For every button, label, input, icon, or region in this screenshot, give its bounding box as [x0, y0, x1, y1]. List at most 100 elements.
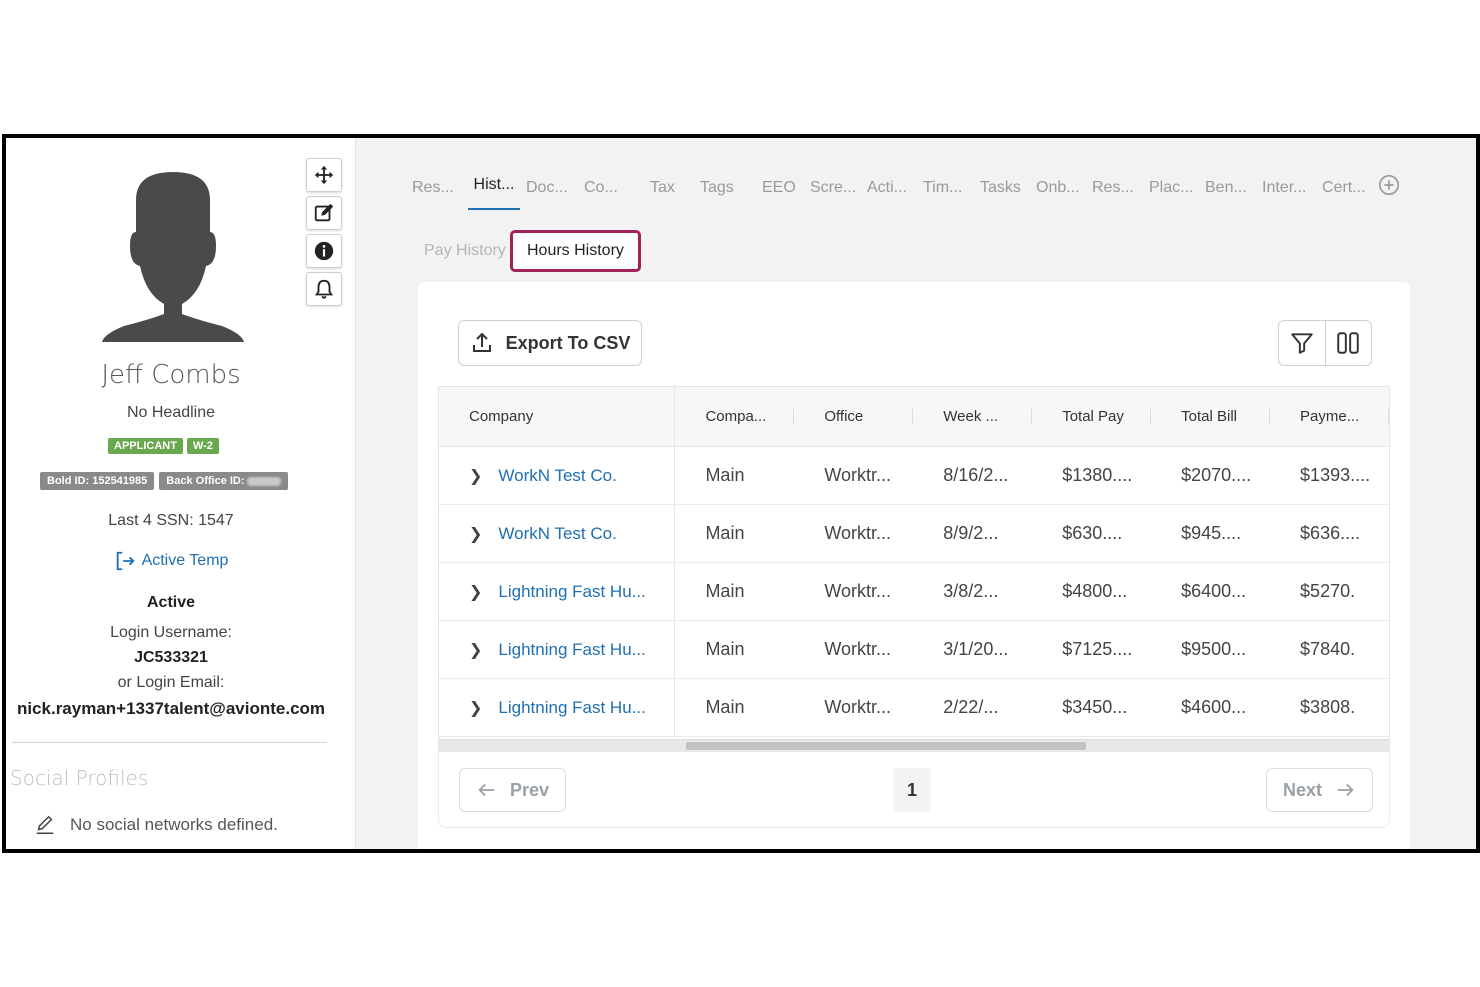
pagination: Prev 1 Next	[438, 752, 1390, 828]
cell-total-bill: $2070....	[1181, 465, 1252, 485]
history-subtabs: Pay History Hours History	[424, 230, 641, 272]
expand-row-icon[interactable]: ❯	[469, 582, 482, 602]
tab-resume[interactable]: Res...	[412, 179, 468, 207]
candidate-headline: No Headline	[126, 404, 216, 421]
tab-contacts[interactable]: Co...	[584, 179, 650, 207]
app-frame: Jeff Combs No Headline APPLICANT W-2 Bol…	[2, 134, 1480, 853]
expand-row-icon[interactable]: ❯	[469, 524, 482, 544]
w2-badge: W-2	[186, 438, 219, 454]
scrollbar-thumb[interactable]	[686, 742, 1086, 750]
expand-row-icon[interactable]: ❯	[469, 640, 482, 660]
filter-icon	[1291, 333, 1313, 354]
cell-office: Worktr...	[824, 465, 892, 485]
status-badges: APPLICANT W-2	[108, 438, 219, 454]
login-email-label: or Login Email:	[117, 674, 225, 691]
company-link[interactable]: Lightning Fast Hu...	[498, 640, 645, 660]
tab-certifications[interactable]: Cert...	[1322, 179, 1378, 207]
applicant-badge: APPLICANT	[108, 438, 183, 454]
tab-eeo[interactable]: EEO	[762, 179, 810, 207]
tab-interviews[interactable]: Inter...	[1262, 179, 1322, 207]
exit-arrow-icon	[116, 551, 135, 571]
col-header-total-pay[interactable]: Total Pay	[1032, 387, 1152, 446]
company-link[interactable]: Lightning Fast Hu...	[498, 582, 645, 602]
subtab-pay-history[interactable]: Pay History	[424, 242, 510, 260]
col-header-payment[interactable]: Payme...	[1270, 387, 1389, 446]
id-badges: Bold ID: 152541985 Back Office ID:	[40, 472, 288, 490]
cell-payment: $7840.	[1300, 639, 1356, 659]
pencil-icon[interactable]	[34, 814, 56, 836]
cell-company-code: Main	[705, 523, 745, 543]
social-empty-text: No social networks defined.	[70, 815, 278, 834]
page-number[interactable]: 1	[893, 768, 931, 812]
tab-tags[interactable]: Tags	[700, 179, 762, 207]
columns-button[interactable]	[1324, 321, 1371, 365]
cell-total-bill: $4600...	[1181, 697, 1247, 717]
plus-circle-icon	[1379, 175, 1399, 195]
redacted-value	[246, 476, 281, 486]
col-header-company-code[interactable]: Compa...	[675, 387, 795, 446]
expand-row-icon[interactable]: ❯	[469, 466, 482, 486]
ssn-last4: Last 4 SSN: 1547	[108, 512, 234, 529]
bold-id-badge: Bold ID: 152541985	[40, 472, 155, 490]
tab-history[interactable]: Hist...	[468, 176, 520, 210]
tab-requirements[interactable]: Res...	[1092, 179, 1149, 207]
cell-total-pay: $630....	[1062, 523, 1123, 543]
prev-page-button[interactable]: Prev	[459, 768, 567, 812]
info-icon	[314, 241, 334, 261]
tab-timesheets[interactable]: Tim...	[923, 179, 980, 207]
tab-activities[interactable]: Acti...	[867, 179, 923, 207]
cell-week: 3/8/2...	[943, 581, 999, 601]
export-csv-button[interactable]: Export To CSV	[458, 320, 642, 366]
cell-company-code: Main	[705, 465, 745, 485]
cell-office: Worktr...	[824, 697, 892, 717]
tab-screening[interactable]: Scre...	[810, 179, 867, 207]
profile-tools	[306, 158, 342, 310]
next-page-button[interactable]: Next	[1266, 768, 1374, 812]
filter-button[interactable]	[1279, 321, 1325, 365]
tab-tax[interactable]: Tax	[650, 179, 700, 207]
status-link-label: Active Temp	[141, 552, 229, 569]
cell-total-bill: $9500...	[1181, 639, 1247, 659]
divider	[12, 742, 327, 743]
company-link[interactable]: WorkN Test Co.	[498, 466, 616, 486]
edit-icon	[314, 203, 334, 222]
hours-history-table: Company Compa... Office Week ... Total P…	[438, 386, 1390, 752]
cell-office: Worktr...	[824, 639, 892, 659]
cell-payment: $636....	[1300, 523, 1361, 543]
notifications-button[interactable]	[306, 272, 342, 306]
cell-week: 8/9/2...	[943, 523, 999, 543]
tab-onboarding[interactable]: Onb...	[1036, 179, 1092, 207]
login-email: nick.rayman+1337talent@avionte.com	[16, 699, 326, 718]
col-header-total-bill[interactable]: Total Bill	[1151, 387, 1270, 446]
tab-tasks[interactable]: Tasks	[980, 179, 1036, 207]
horizontal-scrollbar[interactable]	[439, 739, 1389, 751]
col-header-company[interactable]: Company	[439, 387, 676, 446]
cell-week: 3/1/20...	[943, 639, 1009, 659]
arrow-left-icon	[478, 783, 495, 797]
tab-placements[interactable]: Plac...	[1149, 179, 1205, 207]
cell-week: 2/22/...	[943, 697, 999, 717]
social-profiles-title: Social Profiles	[10, 766, 149, 790]
social-empty-row: No social networks defined.	[34, 814, 278, 836]
company-link[interactable]: WorkN Test Co.	[498, 524, 616, 544]
cell-total-pay: $3450...	[1062, 697, 1128, 717]
subtab-hours-history[interactable]: Hours History	[510, 230, 641, 272]
info-button[interactable]	[306, 234, 342, 268]
tab-benefits[interactable]: Ben...	[1205, 179, 1262, 207]
move-button[interactable]	[306, 158, 342, 192]
company-link[interactable]: Lightning Fast Hu...	[498, 698, 645, 718]
cell-payment: $5270.	[1300, 581, 1356, 601]
table-row: ❯ WorkN Test Co. Main Worktr... 8/9/2... …	[439, 505, 1389, 563]
tab-documents[interactable]: Doc...	[526, 179, 584, 207]
cell-total-pay: $4800...	[1062, 581, 1128, 601]
add-tab-button[interactable]	[1378, 174, 1400, 211]
profile-sidebar: Jeff Combs No Headline APPLICANT W-2 Bol…	[6, 138, 356, 849]
status-link[interactable]: Active Temp	[6, 550, 336, 572]
col-header-week[interactable]: Week ...	[913, 387, 1033, 446]
edit-button[interactable]	[306, 196, 342, 230]
table-tools	[1278, 320, 1372, 366]
expand-row-icon[interactable]: ❯	[469, 698, 482, 718]
col-header-office[interactable]: Office	[794, 387, 914, 446]
back-office-id-label: Back Office ID:	[166, 475, 245, 487]
export-csv-label: Export To CSV	[505, 332, 631, 353]
